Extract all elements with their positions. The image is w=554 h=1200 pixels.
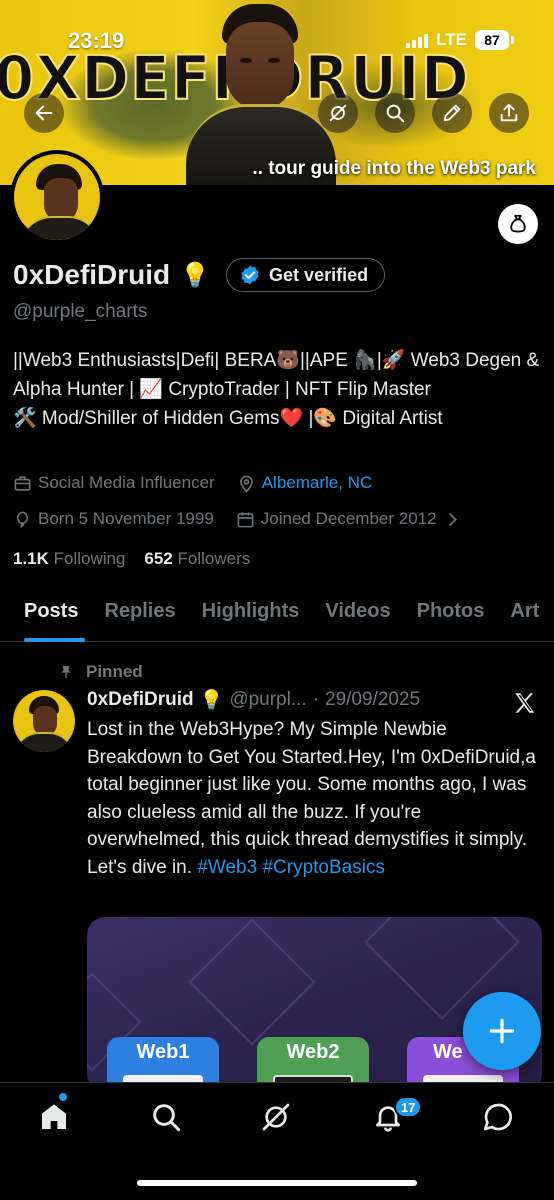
plus-icon	[489, 1018, 515, 1044]
nav-grok[interactable]	[260, 1101, 296, 1137]
tweet-author-handle: @purpl...	[229, 689, 307, 710]
compose-button[interactable]	[463, 992, 541, 1070]
get-verified-button[interactable]: Get verified	[226, 258, 386, 292]
profile-category: Social Media Influencer	[38, 473, 215, 492]
calendar-icon	[237, 511, 254, 527]
briefcase-icon	[14, 475, 31, 491]
pin-icon	[61, 666, 71, 678]
x-logo-icon	[515, 693, 535, 713]
profile-name-row: 0xDefiDruid 💡 Get verified	[13, 258, 386, 292]
signal-icon	[406, 32, 429, 48]
chevron-right-icon	[448, 512, 457, 526]
tweet-text: Lost in the Web3Hype? My Simple Newbie B…	[87, 716, 542, 881]
tab-replies[interactable]: Replies	[91, 592, 188, 641]
profile-handle: @purple_charts	[13, 301, 148, 322]
pencil-icon	[443, 104, 461, 122]
search-icon	[153, 1104, 181, 1132]
home-unread-dot	[59, 1093, 67, 1101]
edit-button[interactable]	[432, 93, 472, 133]
profile-birthday: Born 5 November 1999	[38, 509, 214, 528]
grok-button[interactable]	[318, 93, 358, 133]
following-count: 1.1K	[13, 549, 49, 568]
tweet-avatar[interactable]	[13, 690, 75, 752]
followers-label: Followers	[177, 549, 251, 568]
tweet-date: 29/09/2025	[325, 689, 421, 710]
battery-icon: 87	[475, 30, 509, 50]
share-button[interactable]	[489, 93, 529, 133]
share-icon	[500, 103, 518, 122]
profile-name: 0xDefiDruid	[13, 259, 171, 290]
lightbulb-icon: 💡	[180, 261, 211, 289]
get-verified-label: Get verified	[269, 264, 369, 285]
network-label: LTE	[436, 30, 467, 49]
grok-icon	[262, 1103, 290, 1131]
home-indicator[interactable]	[137, 1180, 417, 1186]
hashtag-link[interactable]: #Web3	[197, 857, 257, 878]
profile-joined: Joined December 2012	[260, 509, 437, 528]
nav-home[interactable]	[38, 1101, 74, 1137]
tab-photos[interactable]: Photos	[404, 592, 498, 641]
search-button[interactable]	[375, 93, 415, 133]
joined-date-link[interactable]: Joined December 2012	[236, 509, 462, 529]
tweet-separator: ·	[312, 689, 320, 710]
tab-videos[interactable]: Videos	[312, 592, 403, 641]
notification-badge: 17	[394, 1096, 423, 1118]
lightbulb-icon: 💡	[199, 690, 224, 711]
hashtag-link[interactable]: #CryptoBasics	[262, 857, 385, 878]
banner-tagline: .. tour guide into the Web3 park	[252, 158, 536, 179]
following-label: Following	[53, 549, 126, 568]
profile-tabs: Posts Replies Highlights Videos Photos A…	[0, 592, 554, 642]
tweet-text-content: Lost in the Web3Hype? My Simple Newbie B…	[87, 719, 536, 878]
tweet-header: 0xDefiDruid 💡 @purpl... · 29/09/2025	[87, 688, 420, 712]
profile-bio: ||Web3 Enthusiasts|Defi| BERA🐻||APE 🦍|🚀 …	[13, 350, 540, 429]
nav-messages[interactable]	[482, 1101, 518, 1137]
back-arrow-icon	[35, 105, 53, 121]
messages-icon	[484, 1103, 512, 1131]
pinned-indicator: Pinned	[58, 662, 143, 682]
tips-button[interactable]	[498, 204, 538, 244]
followers-count: 652	[144, 549, 173, 568]
balloon-icon	[16, 511, 29, 528]
nav-search[interactable]	[150, 1101, 186, 1137]
tweet-author-name[interactable]: 0xDefiDruid	[87, 689, 194, 711]
search-icon	[386, 104, 405, 123]
profile-avatar[interactable]	[10, 150, 104, 244]
profile-meta-row-2: Born 5 November 1999 Joined December 201…	[13, 509, 484, 529]
status-indicators: LTE 87	[406, 30, 514, 50]
grok-icon	[329, 104, 347, 122]
profile-meta-row-1: Social Media Influencer Albemarle, NC	[13, 473, 394, 493]
followers-link[interactable]: 652 Followers	[144, 549, 250, 568]
pinned-label: Pinned	[86, 662, 143, 681]
tab-articles[interactable]: Art	[497, 592, 552, 641]
money-bag-icon	[510, 214, 526, 233]
back-button[interactable]	[24, 93, 64, 133]
home-icon	[42, 1104, 66, 1129]
tab-highlights[interactable]: Highlights	[189, 592, 313, 641]
follow-stats: 1.1K Following 652 Followers	[13, 549, 250, 569]
verified-badge-icon	[241, 265, 259, 285]
following-link[interactable]: 1.1K Following	[13, 549, 125, 568]
tab-posts[interactable]: Posts	[0, 592, 91, 642]
profile-location[interactable]: Albemarle, NC	[262, 473, 373, 493]
location-pin-icon	[239, 475, 253, 493]
status-time: 23:19	[68, 28, 125, 53]
